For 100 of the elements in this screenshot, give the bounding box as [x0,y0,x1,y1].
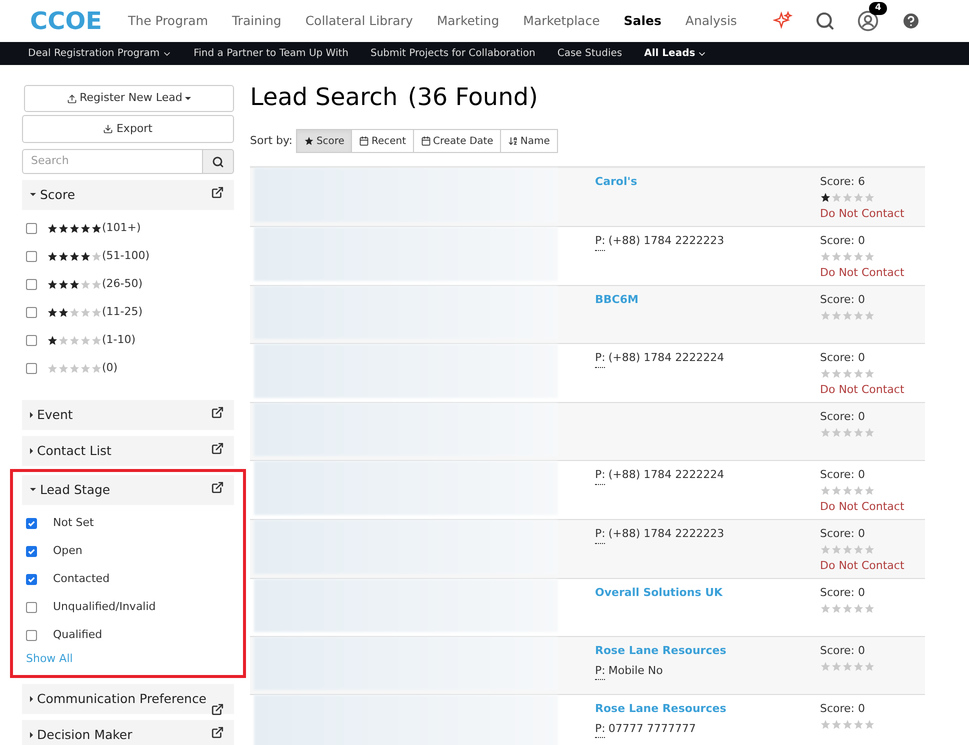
external-link-icon[interactable] [211,186,224,199]
checkbox[interactable] [26,334,37,346]
lead-row[interactable]: Carol's Score: 6 Do Not Contact [250,168,925,227]
star-icon [853,426,864,438]
facet-header[interactable]: Score [22,180,234,210]
star-icon [864,718,875,730]
nav-link[interactable]: Collateral Library [305,12,413,30]
external-link-icon[interactable] [211,726,224,738]
caret-icon [30,732,33,738]
phone-label: P: [595,350,606,368]
facet-header[interactable]: Event [22,400,234,430]
lead-row[interactable]: P: (+88) 1784 2222223 Score: 0 Do Not Contact [250,227,925,286]
facet-header[interactable]: Lead Stage [22,475,234,505]
facet-header[interactable]: Communication Preference [22,684,234,714]
star-icon [91,278,102,290]
sparkle-icon[interactable] [773,11,793,31]
facet-title: Event [37,406,73,424]
lead-row[interactable]: P: (+88) 1784 2222223 Score: 0 Do Not Contact [250,520,925,579]
option-label: Unqualified/Invalid [53,598,156,615]
do-not-contact-status: Do Not Contact [820,264,904,280]
sort-button[interactable]: Score [296,129,352,153]
star-icon [831,192,842,202]
user-icon[interactable] [857,10,879,32]
result-count: (36 Found) [408,82,538,113]
calendar-icon [359,136,370,146]
star-icon [853,368,864,378]
checkbox[interactable] [26,278,37,290]
nav-link[interactable]: Training [232,12,282,30]
star-icon [831,718,842,730]
facet-header[interactable]: Decision Maker [22,720,234,745]
star-icon [831,426,842,438]
checkbox[interactable] [26,250,37,262]
star-icon [864,192,875,202]
score-text: Score: 0 [820,701,866,717]
subnav-link[interactable]: Deal Registration Program [28,46,160,61]
phone-number: Mobile No [608,662,663,678]
nav-link[interactable]: Marketing [436,12,500,30]
help-icon[interactable] [901,11,921,31]
subnav-link[interactable]: Find a Partner to Team Up With [194,46,348,61]
external-link-icon[interactable] [211,481,224,494]
export-icon [103,124,114,134]
checkbox[interactable] [26,222,37,234]
checkbox[interactable] [26,518,37,528]
sort-button[interactable]: Create Date [413,129,502,153]
facet-title: Decision Maker [37,726,132,744]
phone-label: P: [595,233,606,250]
checkbox[interactable] [26,602,37,612]
star-icon [842,368,853,378]
subnav-link[interactable]: Submit Projects for Collaboration [370,46,536,61]
lead-row[interactable]: Score: 0 [250,403,925,461]
external-link-icon[interactable] [211,702,224,716]
star-icon [91,222,102,234]
search-icon[interactable] [815,11,835,31]
checkbox[interactable] [26,630,37,640]
phone-number: (+88) 1784 2222224 [608,350,724,366]
score-text: Score: 0 [820,643,866,659]
register-lead-button[interactable]: Register New Lead [24,85,234,112]
sort-button[interactable]: Recent [351,129,414,153]
star-icon [831,368,842,378]
checkbox[interactable] [26,574,37,584]
star-icon [864,426,875,438]
lead-row[interactable]: P: (+88) 1784 2222224 Score: 0 Do Not Contact [250,344,925,403]
sort-button[interactable]: Name [500,129,558,153]
checkbox[interactable] [26,362,37,374]
sort-label: Sort by: [250,132,292,149]
do-not-contact-status: Do Not Contact [820,382,904,398]
search-field[interactable]: Search [22,149,203,174]
export-button[interactable]: Export [22,115,234,143]
star-icon [47,250,58,262]
star-icon [47,362,58,374]
nav-link[interactable]: Analysis [685,12,737,30]
phone-label: P: [595,526,606,544]
lead-row[interactable]: Overall Solutions UK Score: 0 [250,579,925,637]
score-range: (26-50) [102,276,143,292]
search-button[interactable] [203,149,234,174]
external-link-icon[interactable] [211,406,224,419]
checkbox[interactable] [26,546,37,556]
star-icon [864,544,875,554]
star-icon [80,334,91,346]
checkbox[interactable] [26,306,37,318]
star-icon [80,250,91,262]
star-icon [864,250,875,262]
nav-link[interactable]: Marketplace [523,12,600,30]
lead-row[interactable]: BBC6M Score: 0 [250,286,925,344]
lead-row[interactable]: Rose Lane Resources P: Mobile No Score: 0 [250,637,925,695]
star-icon [47,222,58,234]
score-range: (11-25) [102,304,143,320]
facet-header[interactable]: Contact List [22,436,234,466]
nav-link[interactable]: The Program [128,12,208,30]
star-icon [58,362,69,374]
phone-label: P: [595,467,606,484]
option-label: Qualified [53,626,102,643]
external-link-icon[interactable] [211,442,224,455]
do-not-contact-status: Do Not Contact [820,206,904,222]
nav-link[interactable]: Sales [624,12,662,30]
star-icon [80,306,91,318]
subnav-link[interactable]: All Leads [644,46,696,61]
subnav-link[interactable]: Case Studies [557,46,622,61]
star-icon [47,278,58,290]
lead-row[interactable]: P: (+88) 1784 2222224 Score: 0 Do Not Contact [250,461,925,520]
